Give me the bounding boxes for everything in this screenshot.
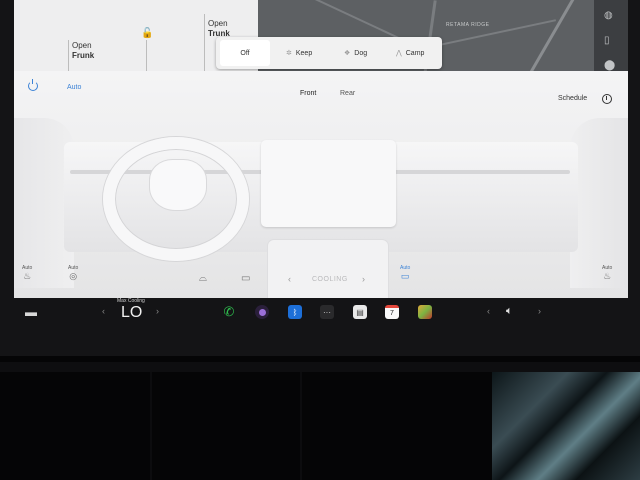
fan-status: COOLING (312, 276, 348, 283)
passenger-seat-heat[interactable]: Auto ♨ (602, 265, 612, 281)
tent-icon: ⋀ (396, 50, 402, 57)
fan-icon: ✲ (286, 50, 292, 57)
more-apps-icon[interactable]: ··· (320, 305, 334, 319)
dog-icon: ❖ (344, 50, 351, 57)
climate-mode-off-label: Off (240, 49, 250, 57)
vehicle-touchscreen-photo: Open Frunk 🔓 Open Trunk RETAMA RIDGE ◍ ▯… (0, 0, 640, 480)
tab-rear[interactable]: Rear (340, 90, 355, 97)
arcade-icon[interactable] (418, 305, 432, 319)
open-trunk-button[interactable]: Open Trunk (208, 19, 230, 39)
steering-hub (150, 160, 206, 210)
driver-temperature[interactable]: LO (121, 304, 142, 322)
passenger-heater-icon: ♨ (603, 271, 612, 281)
climate-mode-dog[interactable]: ❖ Dog (344, 40, 367, 66)
climate-mode-camp[interactable]: ⋀ Camp (396, 40, 424, 66)
car-icon[interactable]: ▬ (25, 305, 37, 319)
battery-icon[interactable]: ▯ (604, 35, 610, 46)
auto-button[interactable]: Auto (67, 84, 81, 91)
globe-icon[interactable]: ◍ (604, 10, 613, 21)
steering-wheel-heat[interactable]: Auto ◎ (68, 265, 78, 281)
schedule-button[interactable]: Schedule (558, 95, 587, 102)
tab-front[interactable]: Front (300, 90, 316, 97)
seat-heater-icon: ♨ (23, 271, 32, 281)
open-frunk-button[interactable]: Open Frunk (72, 41, 94, 61)
volume-speaker-icon[interactable]: 🔈︎ (506, 305, 513, 318)
front-defrost-icon[interactable]: ⌓ (199, 273, 207, 284)
keep-climate-selector: Off ✲ Keep ❖ Dog ⋀ Camp (216, 37, 442, 69)
climate-mode-keep-label: Keep (295, 49, 313, 57)
camera-icon[interactable] (255, 305, 269, 319)
center-console (268, 240, 388, 298)
glossy-trim-reflection (492, 372, 640, 480)
frunk-action: Open (72, 41, 92, 50)
driver-seat-heat[interactable]: Auto ♨ (22, 265, 32, 281)
center-display-illustration (261, 140, 396, 227)
climate-mode-dog-label: Dog (354, 49, 368, 57)
divider (204, 14, 205, 76)
trunk-action: Open (208, 19, 228, 28)
phone-icon[interactable]: ✆ (222, 304, 236, 319)
wheel-heater-icon: ◎ (69, 271, 78, 281)
dash-vent (0, 362, 640, 372)
map-street-label: RETAMA RIDGE (446, 22, 490, 28)
bluetooth-icon[interactable]: ᛒ (288, 305, 302, 319)
temp-increase-icon[interactable]: › (156, 306, 159, 316)
airflow-mode[interactable]: Auto ▭ (400, 265, 410, 281)
unlock-icon[interactable]: 🔓 (141, 28, 153, 39)
screen-bezel (0, 0, 14, 300)
frunk-label: Frunk (72, 51, 95, 60)
climate-mode-keep[interactable]: ✲ Keep (286, 40, 312, 66)
a-pillar-right (570, 118, 628, 288)
fan-increase-icon[interactable]: › (362, 274, 365, 284)
temp-decrease-icon[interactable]: ‹ (102, 306, 105, 316)
location-pin-icon[interactable]: ⬤ (604, 60, 615, 71)
calendar-icon[interactable]: 7 (385, 305, 399, 319)
volume-down-icon[interactable]: ‹ (487, 306, 490, 316)
screen-bezel (628, 0, 640, 300)
climate-mode-camp-label: Camp (405, 49, 425, 57)
fabric-fold (150, 372, 152, 480)
toybox-icon[interactable]: ▤ (353, 305, 367, 319)
windshield-airflow-icon: ▭ (400, 271, 410, 281)
climate-mode-off[interactable]: Off (220, 40, 270, 66)
clock-icon[interactable] (602, 94, 612, 104)
rear-defrost-icon[interactable]: ▭ (241, 273, 250, 284)
volume-up-icon[interactable]: › (538, 306, 541, 316)
fan-decrease-icon[interactable]: ‹ (288, 274, 291, 284)
fabric-fold (300, 372, 302, 480)
calendar-day: 7 (390, 310, 394, 317)
power-icon[interactable] (28, 79, 38, 91)
